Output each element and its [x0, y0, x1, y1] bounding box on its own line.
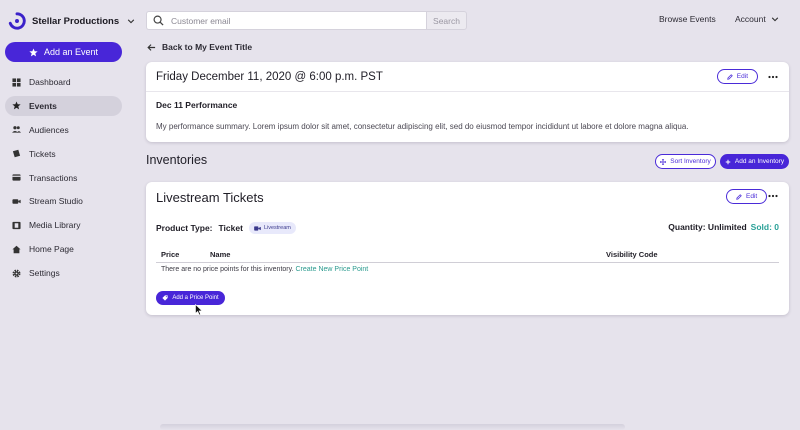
- sidebar-item-label: Transactions: [29, 172, 78, 183]
- sidebar-item-label: Home Page: [29, 244, 74, 255]
- brand-logo-icon: [8, 12, 26, 30]
- back-link[interactable]: Back to My Event Title: [147, 42, 252, 52]
- pencil-icon: [736, 193, 742, 200]
- performance-title: Friday December 11, 2020 @ 6:00 p.m. PST: [156, 70, 383, 83]
- pencil-icon: [727, 73, 733, 80]
- tag-icon: [162, 295, 168, 301]
- edit-inventory-button[interactable]: Edit: [726, 189, 768, 204]
- sidebar-item-transactions[interactable]: Transactions: [5, 168, 122, 188]
- badge-label: Livestream: [263, 225, 291, 231]
- move-icon: [660, 158, 667, 165]
- add-price-point-label: Add a Price Point: [172, 295, 219, 301]
- customer-search: Search: [146, 11, 467, 30]
- column-header-visibility-code: Visibility Code: [606, 250, 658, 259]
- sidebar-item-label: Stream Studio: [29, 196, 83, 207]
- camera-icon: [254, 225, 261, 231]
- inventories-heading: Inventories: [146, 153, 208, 167]
- more-horizontal-icon: [768, 194, 778, 198]
- performance-card: Friday December 11, 2020 @ 6:00 p.m. PST…: [146, 62, 789, 142]
- sidebar-item-label: Dashboard: [29, 77, 71, 87]
- product-type: Product Type: Ticket Livestream: [156, 222, 296, 234]
- sidebar-item-tickets[interactable]: Tickets: [5, 144, 122, 164]
- brand-name: Stellar Productions: [32, 15, 120, 27]
- quantity-text: Quantity: Unlimited: [668, 222, 747, 232]
- search-input[interactable]: [171, 15, 411, 26]
- column-header-name: Name: [210, 250, 231, 259]
- edit-performance-button[interactable]: Edit: [716, 69, 758, 84]
- sidebar-item-stream-studio[interactable]: Stream Studio: [5, 191, 122, 211]
- scroll-shadow: [160, 424, 625, 430]
- camera-icon: [12, 199, 21, 204]
- chevron-down-icon: [127, 19, 135, 24]
- sidebar-item-label: Audiences: [29, 124, 69, 135]
- inventory-quantity: Quantity: Unlimited Sold: 0: [668, 222, 779, 232]
- gear-icon: [12, 269, 21, 278]
- performance-name: Dec 11 Performance: [156, 100, 238, 110]
- add-inventory-label: Add an Inventory: [734, 158, 785, 165]
- browse-events-link[interactable]: Browse Events: [659, 14, 716, 24]
- add-price-point-button[interactable]: Add a Price Point: [156, 291, 225, 305]
- search-icon: [153, 15, 164, 26]
- product-type-label: Product Type:: [156, 223, 213, 233]
- film-icon: [12, 221, 21, 229]
- star-icon: [12, 101, 21, 110]
- dashboard-icon: [12, 77, 21, 87]
- performance-card-header: Friday December 11, 2020 @ 6:00 p.m. PST…: [146, 62, 789, 92]
- sidebar-item-media-library[interactable]: Media Library: [5, 215, 122, 235]
- sidebar-nav: Dashboard Events Audiences Tickets Trans…: [5, 72, 122, 287]
- mouse-pointer-icon: [195, 304, 203, 316]
- more-options-button[interactable]: [767, 71, 779, 83]
- create-price-point-link[interactable]: Create New Price Point: [296, 266, 369, 273]
- star-icon: [29, 47, 38, 56]
- back-link-label: Back to My Event Title: [162, 42, 253, 52]
- arrow-left-icon: [147, 43, 156, 51]
- empty-text: There are no price points for this inven…: [161, 266, 294, 273]
- sidebar-item-settings[interactable]: Settings: [5, 263, 122, 283]
- chevron-down-icon: [771, 17, 778, 22]
- sold-count: Sold: 0: [750, 222, 779, 232]
- more-options-button[interactable]: [767, 190, 779, 202]
- edit-label: Edit: [736, 73, 748, 80]
- inventory-card: Livestream Tickets Edit Product Type: Ti…: [146, 182, 789, 315]
- brand-switcher[interactable]: Stellar Productions: [8, 10, 135, 32]
- account-menu[interactable]: Account: [735, 14, 779, 24]
- sidebar-item-label: Events: [29, 100, 57, 111]
- empty-price-points-message: There are no price points for this inven…: [161, 266, 368, 273]
- ticket-icon: [12, 149, 21, 158]
- more-horizontal-icon: [768, 75, 778, 78]
- account-label: Account: [735, 14, 766, 24]
- add-event-button[interactable]: Add an Event: [5, 42, 122, 62]
- sidebar-item-label: Settings: [29, 268, 60, 279]
- search-field[interactable]: [146, 11, 426, 30]
- column-header-price: Price: [161, 250, 180, 259]
- sidebar-item-label: Tickets: [29, 148, 56, 159]
- sort-inventory-label: Sort Inventory: [670, 158, 711, 165]
- sidebar-item-audiences[interactable]: Audiences: [5, 120, 122, 140]
- inventory-title: Livestream Tickets: [156, 190, 264, 205]
- home-icon: [12, 245, 21, 254]
- sidebar-item-home-page[interactable]: Home Page: [5, 239, 122, 259]
- sidebar-item-events[interactable]: Events: [5, 95, 122, 116]
- performance-summary: My performance summary. Lorem ipsum dolo…: [156, 122, 689, 131]
- product-type-value: Ticket: [218, 223, 243, 233]
- browse-events-label: Browse Events: [659, 14, 716, 24]
- people-icon: [12, 126, 21, 133]
- livestream-badge: Livestream: [248, 222, 296, 234]
- add-inventory-button[interactable]: Add an Inventory: [720, 154, 789, 169]
- edit-label: Edit: [746, 193, 758, 200]
- add-event-label: Add an Event: [43, 47, 99, 57]
- search-button[interactable]: Search: [426, 11, 467, 30]
- sidebar-item-label: Media Library: [29, 220, 81, 231]
- plus-icon: [725, 159, 731, 164]
- sort-inventory-button[interactable]: Sort Inventory: [655, 154, 716, 169]
- price-points-table-header: Price Name Visibility Code: [156, 246, 779, 263]
- sidebar-item-dashboard[interactable]: Dashboard: [5, 72, 122, 92]
- transactions-icon: [12, 174, 21, 181]
